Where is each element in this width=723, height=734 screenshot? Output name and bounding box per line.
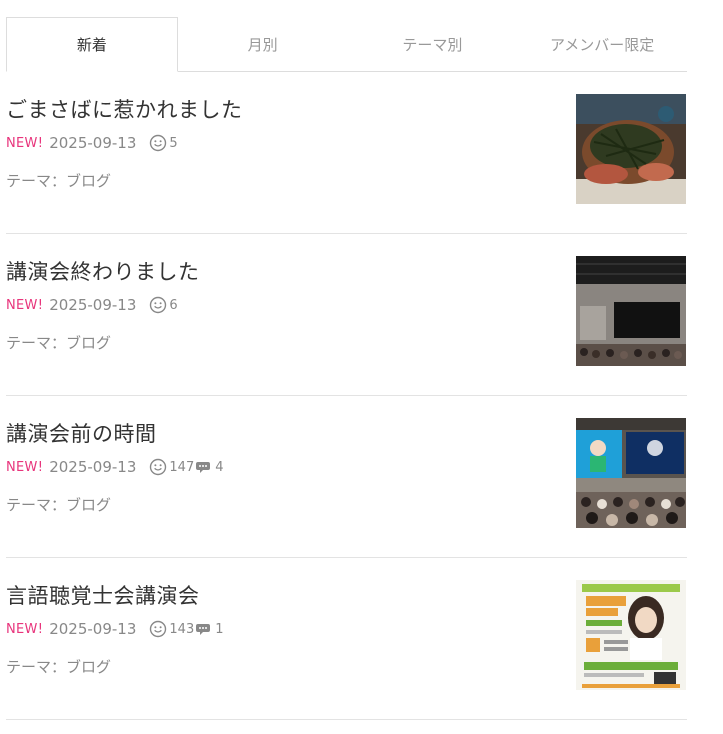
entry-theme: テーマ：ブログ bbox=[6, 494, 111, 515]
comment-icon bbox=[195, 459, 213, 475]
theme-link[interactable]: ブログ bbox=[66, 658, 111, 676]
entry-tabs: 新着 月別 テーマ別 アメンバー限定 bbox=[6, 17, 687, 72]
food-photo-icon bbox=[576, 94, 686, 204]
entry-meta: NEW! 2025-09-13 5 bbox=[6, 134, 178, 152]
theme-prefix: テーマ： bbox=[6, 496, 67, 514]
entry-meta: NEW! 2025-09-13 147 4 bbox=[6, 458, 224, 476]
theme-link[interactable]: ブログ bbox=[66, 334, 111, 352]
entry-meta: NEW! 2025-09-13 143 1 bbox=[6, 620, 224, 638]
theme-link[interactable]: ブログ bbox=[66, 496, 111, 514]
poster-photo-icon bbox=[576, 580, 686, 690]
entry-theme: テーマ：ブログ bbox=[6, 170, 111, 191]
list-item: 言語聴覚士会講演会 NEW! 2025-09-13 143 1 テーマ：ブログ bbox=[6, 558, 687, 720]
comment-count: 4 bbox=[215, 459, 224, 475]
like-count: 6 bbox=[169, 297, 178, 313]
comment-count: 1 bbox=[215, 621, 224, 637]
comment-icon bbox=[195, 621, 213, 637]
theme-prefix: テーマ： bbox=[6, 334, 67, 352]
like-count: 143 bbox=[169, 621, 195, 637]
entry-thumbnail[interactable] bbox=[576, 580, 686, 690]
new-badge: NEW! bbox=[6, 135, 44, 151]
entry-thumbnail[interactable] bbox=[576, 418, 686, 528]
entry-theme: テーマ：ブログ bbox=[6, 656, 111, 677]
entry-thumbnail[interactable] bbox=[576, 94, 686, 204]
smile-icon bbox=[149, 296, 167, 314]
entry-date: 2025-09-13 bbox=[49, 134, 137, 152]
entry-title[interactable]: 講演会終わりました bbox=[6, 256, 200, 286]
tab-new[interactable]: 新着 bbox=[6, 17, 178, 72]
theme-link[interactable]: ブログ bbox=[66, 172, 111, 190]
entry-meta: NEW! 2025-09-13 6 bbox=[6, 296, 178, 314]
like-count: 147 bbox=[169, 459, 195, 475]
entry-date: 2025-09-13 bbox=[49, 296, 137, 314]
tab-amember-only[interactable]: アメンバー限定 bbox=[517, 17, 687, 72]
entry-date: 2025-09-13 bbox=[49, 620, 137, 638]
tab-by-theme[interactable]: テーマ別 bbox=[347, 17, 518, 72]
new-badge: NEW! bbox=[6, 297, 44, 313]
new-badge: NEW! bbox=[6, 621, 44, 637]
smile-icon bbox=[149, 458, 167, 476]
list-item: 講演会前の時間 NEW! 2025-09-13 147 4 テーマ：ブログ bbox=[6, 396, 687, 558]
entry-theme: テーマ：ブログ bbox=[6, 332, 111, 353]
hall-photo-icon bbox=[576, 256, 686, 366]
like-count: 5 bbox=[169, 135, 178, 151]
theme-prefix: テーマ： bbox=[6, 172, 67, 190]
entry-list: ごまさばに惹かれました NEW! 2025-09-13 5 テーマ：ブログ 講演… bbox=[6, 72, 687, 720]
theme-prefix: テーマ： bbox=[6, 658, 67, 676]
entry-date: 2025-09-13 bbox=[49, 458, 137, 476]
entry-title[interactable]: 言語聴覚士会講演会 bbox=[6, 580, 200, 610]
tab-monthly[interactable]: 月別 bbox=[177, 17, 348, 72]
smile-icon bbox=[149, 620, 167, 638]
stage-screen-photo-icon bbox=[576, 418, 686, 528]
entry-title[interactable]: 講演会前の時間 bbox=[6, 418, 157, 448]
smile-icon bbox=[149, 134, 167, 152]
new-badge: NEW! bbox=[6, 459, 44, 475]
list-item: ごまさばに惹かれました NEW! 2025-09-13 5 テーマ：ブログ bbox=[6, 72, 687, 234]
entry-thumbnail[interactable] bbox=[576, 256, 686, 366]
entry-title[interactable]: ごまさばに惹かれました bbox=[6, 94, 243, 124]
list-item: 講演会終わりました NEW! 2025-09-13 6 テーマ：ブログ bbox=[6, 234, 687, 396]
